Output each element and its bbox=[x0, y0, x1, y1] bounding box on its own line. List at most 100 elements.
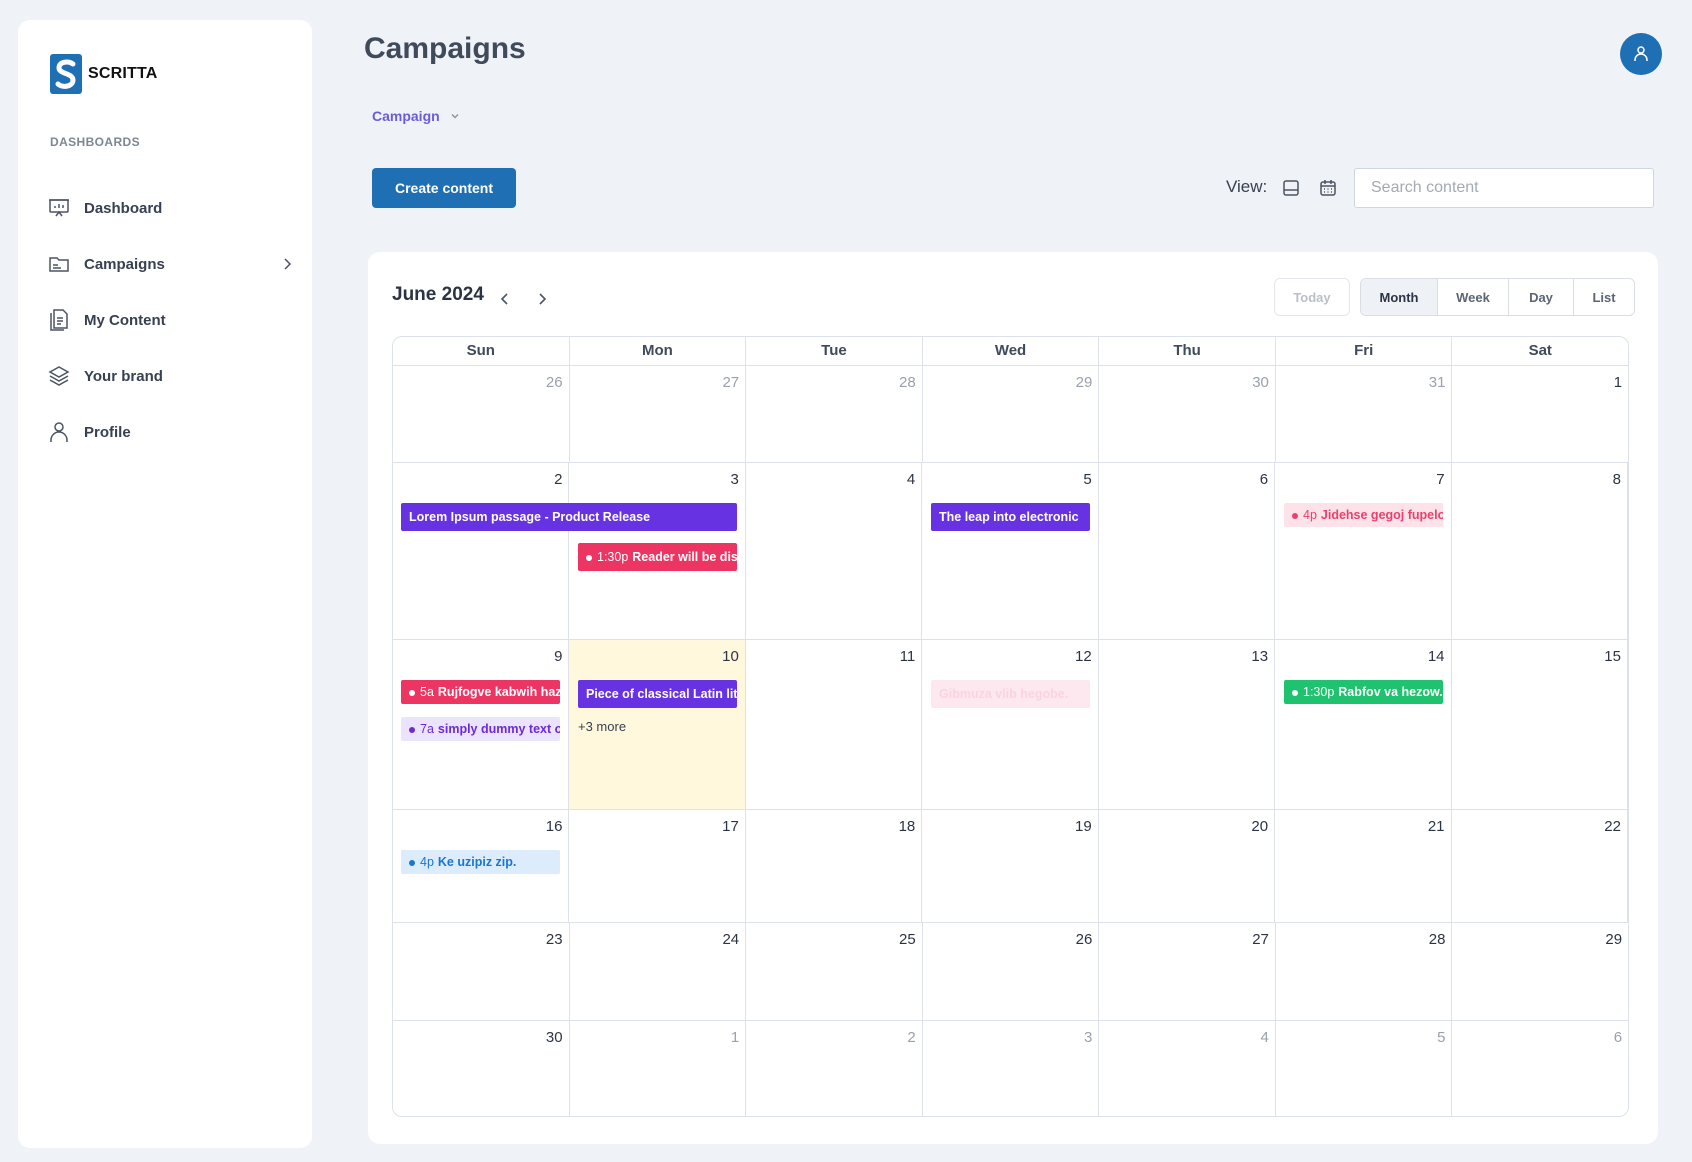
logo-mark-icon bbox=[50, 54, 82, 94]
day-cell[interactable]: 21 bbox=[1275, 810, 1452, 922]
day-cell[interactable]: 2 bbox=[393, 463, 570, 639]
sidebar-item-my-content[interactable]: My Content bbox=[48, 292, 294, 348]
event-time: 4p bbox=[1303, 508, 1317, 522]
sidebar-item-label: Your brand bbox=[84, 367, 163, 385]
dot-icon bbox=[1292, 512, 1298, 519]
user-icon bbox=[48, 421, 70, 443]
sidebar-item-label: Profile bbox=[84, 423, 131, 441]
day-cell[interactable]: 6 bbox=[1452, 1021, 1628, 1116]
day-cell[interactable]: 28 bbox=[1276, 923, 1453, 1020]
create-content-button[interactable]: Create content bbox=[372, 168, 516, 208]
day-cell[interactable]: 6 bbox=[1099, 463, 1276, 639]
day-cell[interactable]: 30 bbox=[393, 1021, 570, 1116]
campaign-dropdown[interactable]: Campaign bbox=[372, 108, 460, 124]
sidebar-item-profile[interactable]: Profile bbox=[48, 404, 294, 460]
event-title: Reader will be distracted bbox=[632, 550, 737, 564]
day-cell[interactable]: 5 bbox=[922, 463, 1099, 639]
day-number: 29 bbox=[1605, 931, 1623, 948]
day-cell[interactable]: 8 bbox=[1452, 463, 1628, 639]
event-leap[interactable]: The leap into electronic bbox=[931, 503, 1090, 531]
day-cell[interactable]: 29 bbox=[1452, 923, 1628, 1020]
day-number: 6 bbox=[1613, 1029, 1623, 1046]
sidebar-item-your-brand[interactable]: Your brand bbox=[48, 348, 294, 404]
dot-icon bbox=[409, 859, 415, 866]
event-jidehse[interactable]: 4p Jidehse gegoj fupelo bbox=[1284, 503, 1443, 527]
event-dummy-text[interactable]: 7a simply dummy text of bbox=[401, 717, 560, 741]
day-cell[interactable]: 4 bbox=[1099, 1021, 1276, 1116]
day-cell[interactable]: 30 bbox=[1099, 366, 1276, 462]
view-label: View: bbox=[1226, 177, 1268, 196]
day-number: 10 bbox=[722, 648, 739, 665]
weekday-label: Fri bbox=[1276, 337, 1453, 365]
sidebar-item-campaigns[interactable]: Campaigns bbox=[48, 236, 294, 292]
day-number: 9 bbox=[554, 648, 563, 665]
sidebar-item-dashboard[interactable]: Dashboard bbox=[48, 180, 294, 236]
day-cell[interactable]: 1 bbox=[1452, 366, 1628, 462]
week-row: 26 27 28 29 30 31 1 bbox=[393, 366, 1628, 463]
day-number: 8 bbox=[1612, 471, 1621, 488]
calendar-view-icon[interactable] bbox=[1318, 178, 1338, 198]
day-number: 20 bbox=[1251, 818, 1269, 835]
brand-logo[interactable]: SCRITTA bbox=[50, 54, 158, 94]
event-product-release[interactable]: Lorem Ipsum passage - Product Release bbox=[401, 503, 737, 531]
day-cell[interactable]: 19 bbox=[922, 810, 1099, 922]
event-reader[interactable]: 1:30pReader will be distracted bbox=[578, 543, 737, 571]
day-cell[interactable]: 24 bbox=[570, 923, 747, 1020]
user-avatar[interactable] bbox=[1620, 33, 1662, 75]
dot-icon bbox=[586, 554, 592, 561]
day-cell[interactable]: 3 bbox=[923, 1021, 1100, 1116]
day-number: 30 bbox=[545, 1029, 563, 1046]
dot-icon bbox=[409, 689, 415, 696]
prev-month-button[interactable] bbox=[494, 288, 516, 310]
tab-month[interactable]: Month bbox=[1361, 279, 1438, 315]
day-cell[interactable]: 5 bbox=[1276, 1021, 1453, 1116]
day-cell[interactable]: 31 bbox=[1276, 366, 1453, 462]
event-title: Piece of classical Latin literature bbox=[586, 687, 737, 701]
day-cell[interactable]: 17 bbox=[569, 810, 746, 922]
search-input[interactable] bbox=[1354, 168, 1654, 208]
tab-day[interactable]: Day bbox=[1509, 279, 1574, 315]
event-title: Gibmuza vlib hegobe. bbox=[939, 687, 1069, 701]
day-cell[interactable]: 27 bbox=[570, 366, 747, 462]
day-cell[interactable]: 25 bbox=[746, 923, 923, 1020]
day-cell[interactable]: 23 bbox=[393, 923, 570, 1020]
event-rabfov[interactable]: 1:30p Rabfov va hezow. bbox=[1284, 680, 1443, 704]
day-number: 3 bbox=[1083, 1029, 1093, 1046]
day-cell[interactable]: 4 bbox=[746, 463, 923, 639]
day-number: 16 bbox=[545, 818, 563, 835]
day-number: 27 bbox=[1252, 931, 1269, 948]
board-view-icon[interactable] bbox=[1281, 178, 1301, 198]
tab-week[interactable]: Week bbox=[1438, 279, 1509, 315]
event-rujfogve[interactable]: 5a Rujfogve kabwih hazo bbox=[401, 680, 560, 704]
day-cell[interactable]: 20 bbox=[1099, 810, 1276, 922]
more-events-link[interactable]: +3 more bbox=[578, 719, 626, 734]
day-cell[interactable]: 26 bbox=[393, 366, 570, 462]
next-month-button[interactable] bbox=[531, 288, 553, 310]
day-cell[interactable]: 7 bbox=[1275, 463, 1452, 639]
sidebar-item-label: My Content bbox=[84, 311, 166, 329]
day-cell[interactable]: 27 bbox=[1099, 923, 1276, 1020]
event-gibmuza[interactable]: Gibmuza vlib hegobe. bbox=[931, 680, 1090, 708]
week-row: 23 24 25 26 27 28 29 bbox=[393, 923, 1628, 1021]
event-time: 4p bbox=[420, 855, 434, 869]
event-classical-latin[interactable]: Piece of classical Latin literature bbox=[578, 680, 737, 708]
day-cell[interactable]: 28 bbox=[746, 366, 923, 462]
day-cell[interactable]: 26 bbox=[923, 923, 1100, 1020]
day-cell[interactable]: 13 bbox=[1099, 640, 1276, 809]
day-cell[interactable]: 18 bbox=[746, 810, 923, 922]
day-cell[interactable]: 2 bbox=[746, 1021, 923, 1116]
weekday-label: Thu bbox=[1099, 337, 1276, 365]
event-title: Rujfogve kabwih hazo bbox=[437, 685, 560, 699]
event-ke-uzipiz[interactable]: 4p Ke uzipiz zip. bbox=[401, 850, 560, 874]
day-cell[interactable]: 12 bbox=[922, 640, 1099, 809]
day-cell[interactable]: 14 bbox=[1275, 640, 1452, 809]
chevron-right-icon bbox=[539, 293, 547, 305]
day-cell[interactable]: 22 bbox=[1452, 810, 1628, 922]
day-cell[interactable]: 29 bbox=[923, 366, 1100, 462]
day-cell[interactable]: 11 bbox=[746, 640, 923, 809]
day-cell[interactable]: 15 bbox=[1452, 640, 1628, 809]
day-number: 28 bbox=[899, 374, 916, 391]
day-cell[interactable]: 1 bbox=[570, 1021, 747, 1116]
tab-list[interactable]: List bbox=[1574, 279, 1634, 315]
today-button[interactable]: Today bbox=[1274, 278, 1350, 316]
